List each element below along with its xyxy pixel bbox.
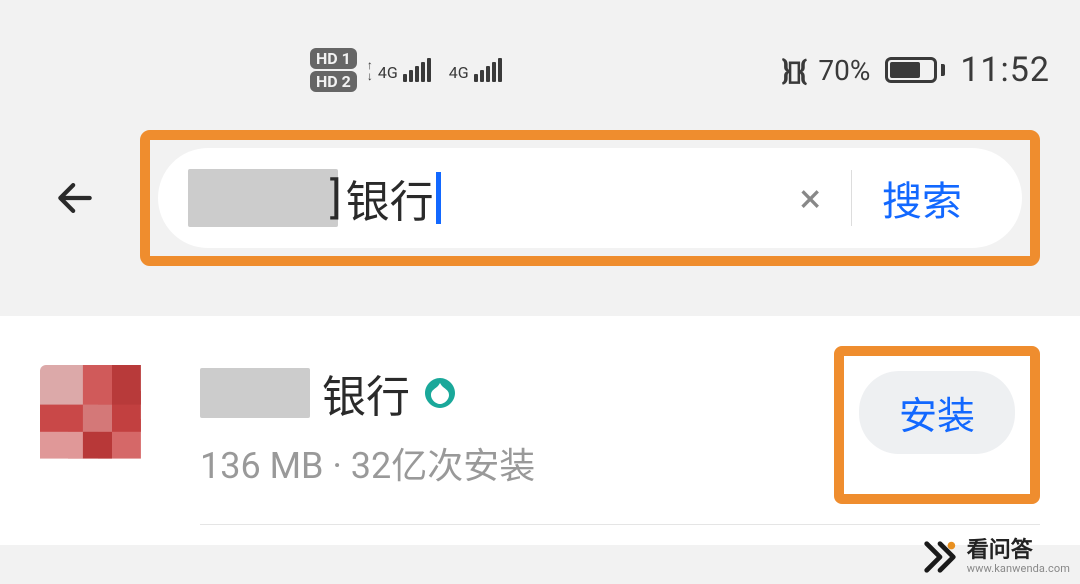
signal-2: 4G — [449, 58, 502, 82]
divider — [200, 524, 1040, 525]
app-icon — [40, 365, 170, 485]
vibrate-icon: }▯{ — [781, 54, 803, 87]
annotation-highlight-search: ] 银行 × 搜索 — [140, 130, 1040, 266]
clear-icon[interactable]: × — [770, 175, 851, 222]
back-button[interactable] — [40, 163, 110, 233]
text-cursor — [436, 172, 441, 224]
censored-app-name-prefix — [200, 368, 310, 418]
app-name-suffix: 银行 — [322, 361, 410, 425]
hd2-badge: HD 2 — [310, 71, 357, 92]
battery-percent: 70% — [818, 54, 870, 87]
watermark-url: www.kanwenda.com — [967, 563, 1070, 575]
hd-badges: HD 1 HD 2 — [310, 48, 357, 92]
signal-1: ↑↓ 4G — [367, 58, 431, 82]
clock: 11:52 — [960, 50, 1050, 90]
verified-icon — [422, 375, 458, 411]
search-result-card: 银行 136 MB · 32亿次安装 安装 — [0, 316, 1080, 545]
battery-icon — [885, 57, 945, 83]
search-partial-char: ] — [330, 172, 342, 224]
status-bar: HD 1 HD 2 ↑↓ 4G 4G }▯{ 70% 11:52 — [0, 40, 1080, 100]
search-bar[interactable]: ] 银行 × 搜索 — [158, 148, 1022, 248]
search-submit-button[interactable]: 搜索 — [852, 169, 992, 227]
install-button[interactable]: 安装 — [859, 371, 1015, 454]
censored-text — [188, 169, 338, 227]
annotation-highlight-install: 安装 — [834, 346, 1040, 504]
result-row[interactable]: 银行 136 MB · 32亿次安装 安装 — [40, 346, 1040, 504]
search-input-text[interactable]: 银行 — [346, 166, 434, 230]
hd1-badge: HD 1 — [310, 48, 357, 69]
arrow-left-icon — [53, 176, 97, 220]
app-meta: 136 MB · 32亿次安装 — [200, 437, 804, 489]
watermark-title: 看问答 — [967, 539, 1070, 563]
